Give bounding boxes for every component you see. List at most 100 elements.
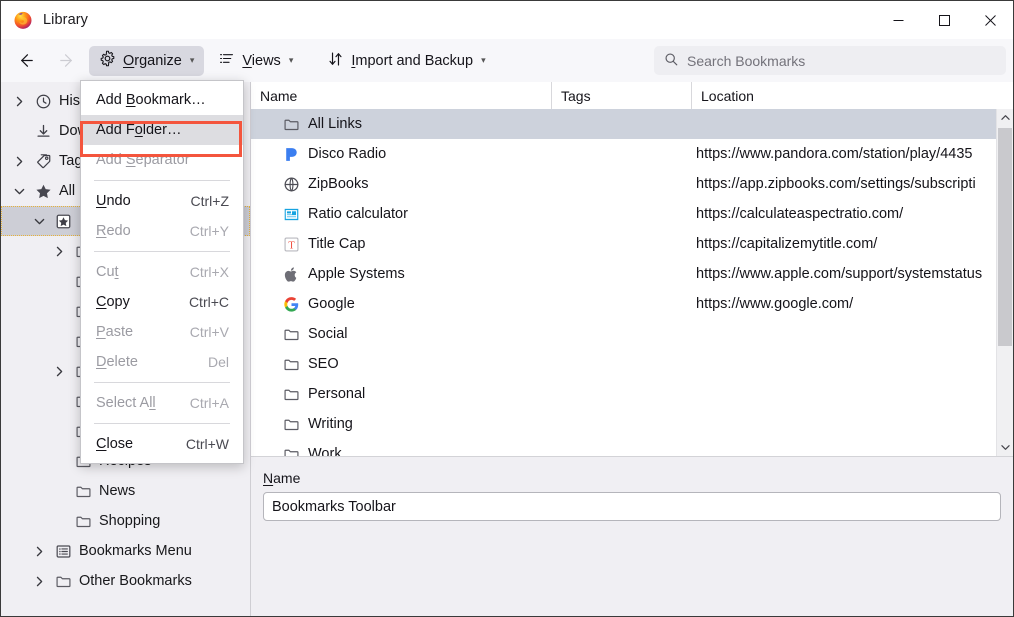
scrollbar-track[interactable]: [997, 126, 1013, 439]
table-row[interactable]: All Links: [251, 109, 996, 139]
back-button[interactable]: [11, 47, 41, 75]
menu-item-undo[interactable]: Undo Ctrl+Z: [81, 186, 243, 216]
row-name-cell: Work: [251, 446, 552, 457]
google-icon: [283, 296, 300, 313]
menu-item-label: Select All: [96, 395, 156, 411]
sidebar-item-news[interactable]: News: [1, 476, 250, 506]
title-bar: Library: [1, 1, 1013, 39]
name-field-input[interactable]: [263, 492, 1001, 521]
table-row[interactable]: Work: [251, 439, 996, 456]
folder-icon: [283, 326, 300, 343]
table-row[interactable]: SEO: [251, 349, 996, 379]
pandora-icon: [283, 146, 300, 163]
maximize-button[interactable]: [921, 1, 967, 39]
search-icon: [664, 52, 679, 70]
menu-item-paste: PasteCtrl+V: [81, 317, 243, 347]
organize-button[interactable]: Organize ▾: [89, 46, 204, 76]
table-row[interactable]: Social: [251, 319, 996, 349]
window-title: Library: [43, 12, 88, 28]
row-name-text: ZipBooks: [308, 176, 368, 192]
chevron-right-icon[interactable]: [51, 366, 67, 377]
star-icon: [34, 182, 52, 200]
folder-icon: [283, 356, 300, 373]
menu-separator: [94, 180, 230, 181]
folder-icon: [54, 572, 72, 590]
scrollbar-thumb[interactable]: [998, 128, 1012, 346]
menu-item-label: Close: [96, 436, 133, 452]
chevron-right-icon[interactable]: [31, 546, 47, 557]
sidebar-item-shopping[interactable]: Shopping: [1, 506, 250, 536]
title-bar-left: Library: [1, 10, 88, 30]
search-placeholder: Search Bookmarks: [687, 53, 805, 69]
row-name-text: All Links: [308, 116, 362, 132]
svg-text:T: T: [288, 240, 295, 251]
organize-dropdown-menu[interactable]: Add Bookmark…Add Folder… Add Separator Und…: [80, 80, 244, 464]
row-location-cell: https://www.google.com/: [692, 296, 996, 312]
table-row[interactable]: TTitle Caphttps://capitalizemytitle.com/: [251, 229, 996, 259]
chevron-down-icon[interactable]: [31, 217, 47, 226]
row-location-cell: https://www.apple.com/support/systemstat…: [692, 266, 996, 282]
menu-item-close[interactable]: CloseCtrl+W: [81, 429, 243, 459]
close-button[interactable]: [967, 1, 1013, 39]
chevron-right-icon[interactable]: [11, 156, 27, 167]
column-header-name[interactable]: Name: [251, 82, 552, 109]
row-name-cell: Writing: [251, 416, 552, 433]
views-button[interactable]: Views ▾: [208, 46, 303, 76]
folder-icon: [283, 116, 300, 133]
chevron-down-icon[interactable]: [11, 187, 27, 196]
library-window: Library: [0, 0, 1014, 617]
menu-item-label: Paste: [96, 324, 133, 340]
firefox-logo-icon: [13, 10, 33, 30]
menu-item-copy[interactable]: CopyCtrl+C: [81, 287, 243, 317]
scroll-down-arrow[interactable]: [997, 439, 1013, 456]
table-row[interactable]: Writing: [251, 409, 996, 439]
menu-item-label: Copy: [96, 294, 130, 310]
folder-icon: [283, 386, 300, 403]
menu-item-label: Add Separator: [96, 152, 190, 168]
row-name-cell: Ratio calculator: [251, 206, 552, 223]
row-name-text: Apple Systems: [308, 266, 405, 282]
menu-separator: [94, 382, 230, 383]
minimize-button[interactable]: [875, 1, 921, 39]
search-bookmarks-box[interactable]: Search Bookmarks: [654, 46, 1006, 75]
bookmarks-pane: Name Tags Location All LinksDisco Radioh…: [251, 82, 1013, 616]
row-name-cell: SEO: [251, 356, 552, 373]
row-name-cell: Disco Radio: [251, 146, 552, 163]
table-row[interactable]: Disco Radiohttps://www.pandora.com/stati…: [251, 139, 996, 169]
menu-item-shortcut: Ctrl+Z: [191, 193, 230, 209]
import-and-backup-button[interactable]: Import and Backup ▾: [317, 46, 495, 76]
star-box-icon: [54, 212, 72, 230]
tag-icon: [34, 152, 52, 170]
menu-item-label: Undo: [96, 193, 131, 209]
table-row[interactable]: ZipBookshttps://app.zipbooks.com/setting…: [251, 169, 996, 199]
table-row[interactable]: Ratio calculator https://calculateaspectr…: [251, 199, 996, 229]
sidebar-item-label: Other Bookmarks: [79, 573, 192, 589]
import-export-icon: [327, 50, 344, 72]
row-name-text: Title Cap: [308, 236, 365, 252]
sidebar-item-other-bookmarks[interactable]: Other Bookmarks: [1, 566, 250, 596]
chevron-right-icon[interactable]: [11, 96, 27, 107]
chevron-right-icon[interactable]: [51, 246, 67, 257]
globe-icon: [283, 176, 300, 193]
folder-icon: [283, 446, 300, 457]
column-header-location[interactable]: Location: [692, 82, 1013, 109]
menu-item-add-bookmark[interactable]: Add Bookmark…: [81, 85, 243, 115]
table-row[interactable]: Googlehttps://www.google.com/: [251, 289, 996, 319]
gear-icon: [99, 50, 116, 71]
apple-icon: [283, 266, 300, 283]
list-view-icon: [218, 50, 235, 71]
menu-item-add-folder[interactable]: Add Folder…: [81, 115, 243, 145]
menu-item-label: Delete: [96, 354, 138, 370]
scroll-up-arrow[interactable]: [997, 109, 1013, 126]
table-row[interactable]: Personal: [251, 379, 996, 409]
table-row[interactable]: Apple Systems https://www.apple.com/suppo…: [251, 259, 996, 289]
views-label: Views: [242, 53, 280, 69]
list-vertical-scrollbar[interactable]: [996, 109, 1013, 456]
sidebar-item-bookmarks-menu[interactable]: Bookmarks Menu: [1, 536, 250, 566]
row-location-cell: https://calculateaspectratio.com/: [692, 206, 996, 222]
chevron-right-icon[interactable]: [31, 576, 47, 587]
row-name-cell: ZipBooks: [251, 176, 552, 193]
column-header-tags[interactable]: Tags: [552, 82, 692, 109]
chevron-down-icon: ▾: [190, 55, 195, 66]
window-controls: [875, 1, 1013, 39]
